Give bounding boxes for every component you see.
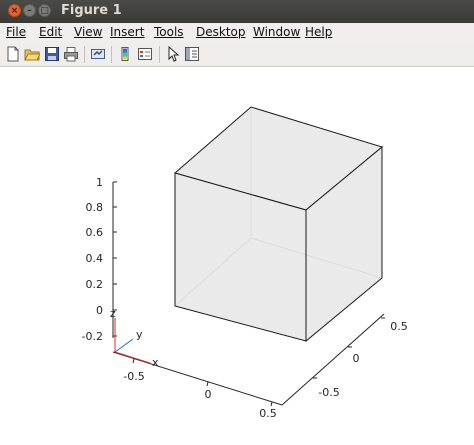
- y-tick-label: -0.5: [318, 386, 339, 399]
- print-icon[interactable]: [63, 46, 79, 62]
- y-tick-label: 0.5: [390, 320, 408, 333]
- colorbar-icon[interactable]: [117, 46, 133, 62]
- triad-x-arrow: [114, 351, 151, 364]
- menu-insert[interactable]: Insert: [110, 25, 144, 39]
- legend-icon[interactable]: [137, 46, 153, 62]
- figure-canvas[interactable]: 1 0.8 0.6 0.4 0.2 0 -0.2 -0.5 0 0.5 -0.5…: [0, 67, 474, 441]
- menu-tools[interactable]: Tools: [154, 25, 184, 39]
- menu-bar: File Edit View Insert Tools Desktop Wind…: [0, 23, 474, 42]
- maximize-button[interactable]: □: [38, 4, 51, 17]
- x-tick-label: -0.5: [123, 370, 144, 383]
- toolbar-separator: [111, 46, 112, 63]
- triad-y-arrow: [114, 338, 134, 353]
- close-button[interactable]: ×: [8, 4, 21, 17]
- new-figure-icon[interactable]: [5, 46, 21, 62]
- pointer-arrow-icon[interactable]: [165, 46, 181, 62]
- menu-view[interactable]: View: [74, 25, 102, 39]
- x-tick-label: 0.5: [259, 407, 277, 420]
- z-tick-label: 1: [96, 176, 103, 189]
- title-bar: × – □ Figure 1: [0, 0, 474, 23]
- z-tick-label: 0.6: [86, 226, 104, 239]
- menu-help[interactable]: Help: [305, 25, 332, 39]
- link-plot-icon[interactable]: [90, 46, 106, 62]
- z-tick-label: 0.4: [86, 252, 104, 265]
- triad-x-label: x: [152, 356, 159, 369]
- property-editor-icon[interactable]: [184, 46, 200, 62]
- save-icon[interactable]: [44, 46, 60, 62]
- axes-3d[interactable]: 1 0.8 0.6 0.4 0.2 0 -0.2 -0.5 0 0.5 -0.5…: [0, 67, 474, 441]
- menu-edit[interactable]: Edit: [39, 25, 62, 39]
- open-folder-icon[interactable]: [24, 46, 40, 62]
- toolbar-separator: [159, 46, 160, 63]
- z-tick-label: 0: [96, 304, 103, 317]
- triad-z-label: z: [110, 307, 116, 320]
- menu-window[interactable]: Window: [253, 25, 300, 39]
- minimize-button[interactable]: –: [23, 4, 36, 17]
- menu-file[interactable]: File: [6, 25, 26, 39]
- z-tick-label: 0.2: [86, 278, 104, 291]
- menu-desktop[interactable]: Desktop: [196, 25, 246, 39]
- y-tick-label: 0: [353, 352, 360, 365]
- toolbar-separator: [84, 46, 85, 63]
- z-tick-label: -0.2: [82, 330, 103, 343]
- window-title: Figure 1: [61, 3, 122, 18]
- z-tick-label: 0.8: [86, 201, 104, 214]
- x-tick-label: 0: [205, 388, 212, 401]
- triad-y-label: y: [136, 328, 143, 341]
- y-axis-ticks: [313, 317, 385, 379]
- toolbar: [0, 42, 474, 67]
